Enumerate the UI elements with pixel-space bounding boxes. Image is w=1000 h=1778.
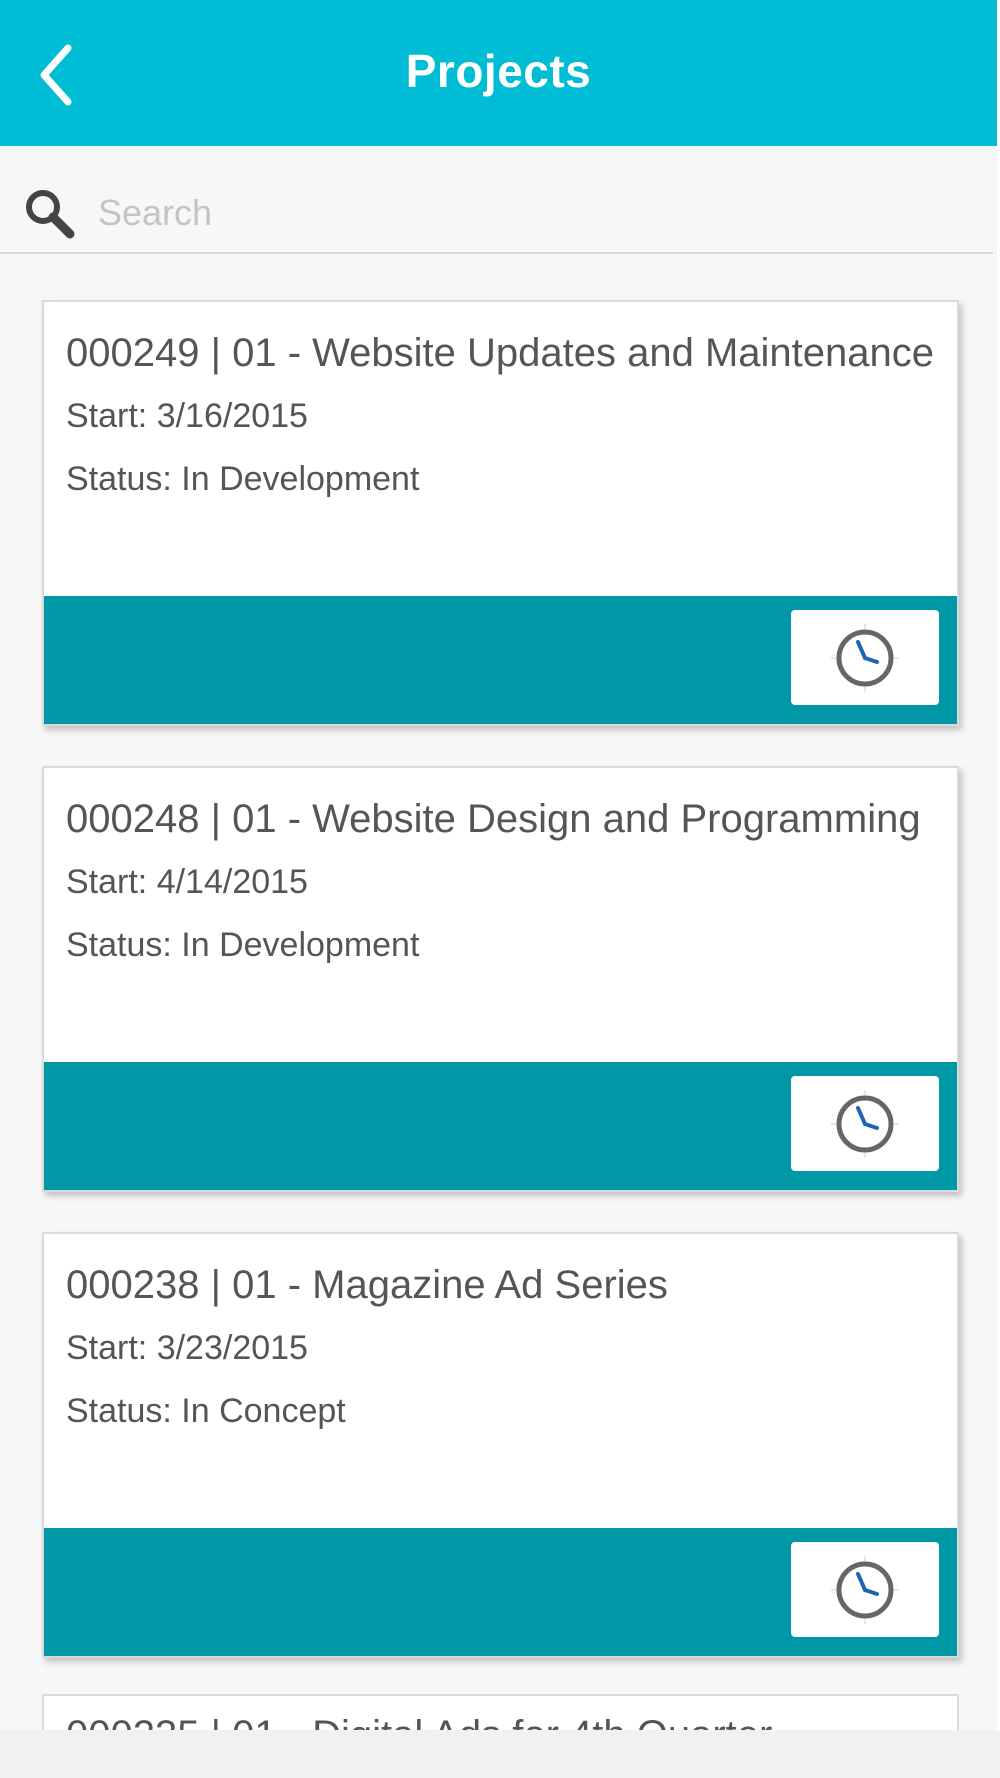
project-card[interactable]: 000238 | 01 - Magazine Ad Series Start: … bbox=[42, 1232, 959, 1658]
card-footer bbox=[44, 596, 957, 724]
card-body: 000249 | 01 - Website Updates and Mainte… bbox=[44, 302, 957, 596]
project-start-date: Start: 3/23/2015 bbox=[66, 1329, 308, 1367]
card-body: 000238 | 01 - Magazine Ad Series Start: … bbox=[44, 1234, 957, 1528]
project-list: 000249 | 01 - Website Updates and Mainte… bbox=[0, 254, 993, 1730]
project-status: Status: In Development bbox=[66, 926, 420, 964]
card-body: 000248 | 01 - Website Design and Program… bbox=[44, 768, 957, 1062]
project-title: 000235 | 01 - Digital Ads for 4th Quarte… bbox=[44, 1696, 957, 1730]
project-status: Status: In Concept bbox=[66, 1392, 346, 1430]
time-entry-button[interactable] bbox=[791, 1542, 939, 1637]
clock-icon bbox=[831, 624, 899, 692]
search-bar bbox=[0, 146, 993, 254]
project-card[interactable]: 000249 | 01 - Website Updates and Mainte… bbox=[42, 300, 959, 726]
time-entry-button[interactable] bbox=[791, 1076, 939, 1171]
project-status: Status: In Development bbox=[66, 460, 420, 498]
card-footer bbox=[44, 1062, 957, 1190]
page-title: Projects bbox=[405, 45, 592, 97]
app-header: Projects bbox=[0, 0, 997, 146]
clock-icon bbox=[831, 1090, 899, 1158]
project-title: 000248 | 01 - Website Design and Program… bbox=[66, 797, 921, 841]
app-screen: Projects 000249 | 01 - Website Updates a… bbox=[0, 0, 1000, 1778]
project-title: 000249 | 01 - Website Updates and Mainte… bbox=[66, 331, 935, 375]
card-footer bbox=[44, 1528, 957, 1656]
time-entry-button[interactable] bbox=[791, 610, 939, 705]
bottom-strip bbox=[0, 1730, 1000, 1778]
search-icon bbox=[26, 190, 75, 239]
project-card[interactable]: 000235 | 01 - Digital Ads for 4th Quarte… bbox=[42, 1694, 959, 1730]
project-start-date: Start: 3/16/2015 bbox=[66, 397, 308, 435]
search-input[interactable] bbox=[96, 182, 960, 244]
project-start-date: Start: 4/14/2015 bbox=[66, 863, 308, 901]
project-title: 000238 | 01 - Magazine Ad Series bbox=[66, 1263, 668, 1307]
clock-icon bbox=[831, 1556, 899, 1624]
project-card[interactable]: 000248 | 01 - Website Design and Program… bbox=[42, 766, 959, 1192]
